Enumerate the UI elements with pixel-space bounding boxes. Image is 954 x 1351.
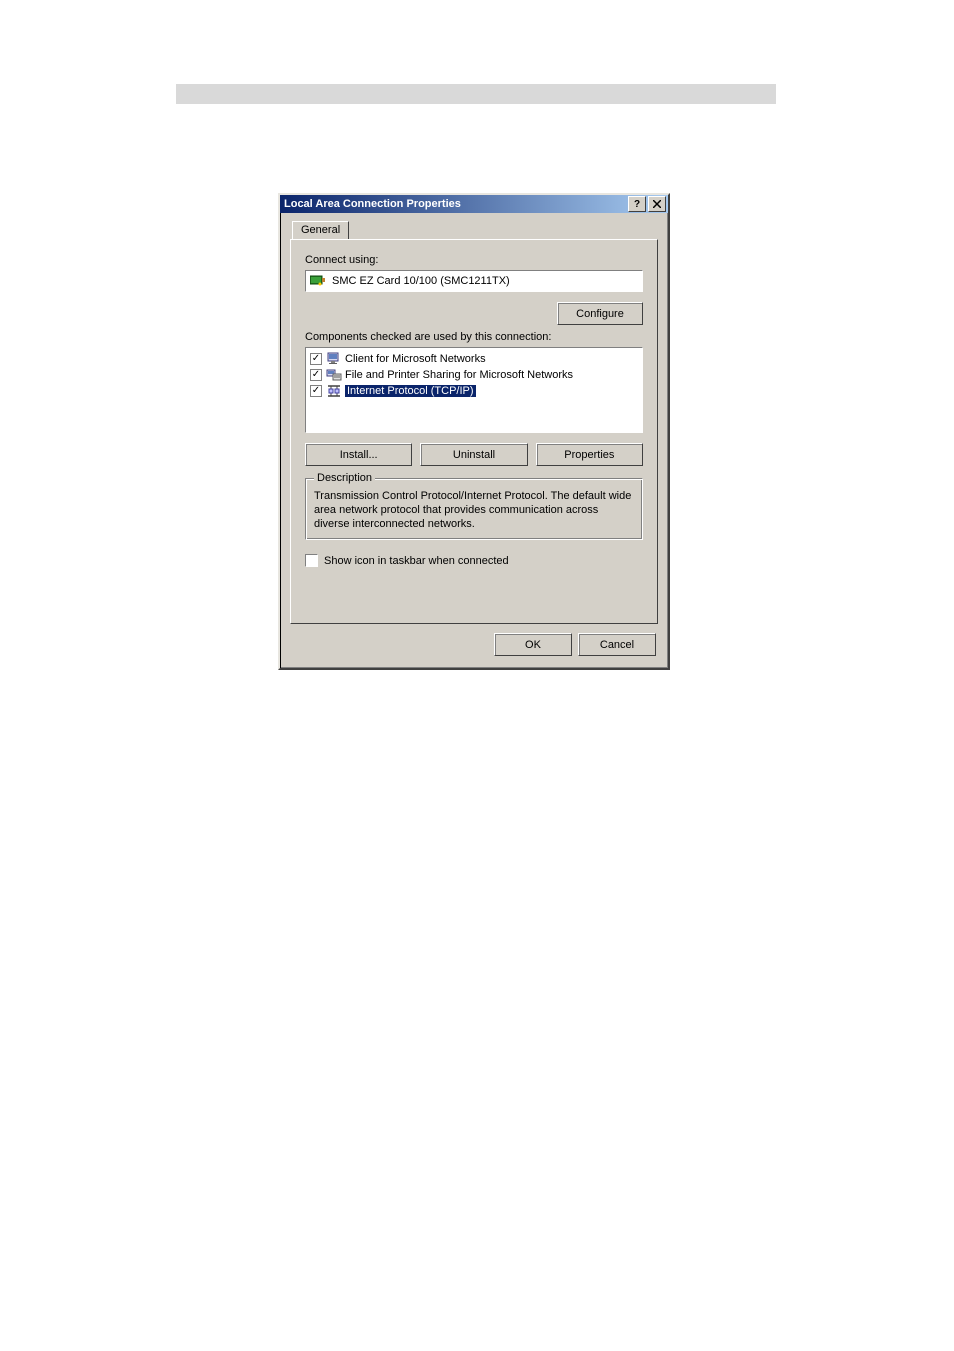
protocol-icon [326, 383, 342, 399]
service-icon [326, 367, 342, 383]
cancel-button[interactable]: Cancel [578, 633, 656, 656]
help-button[interactable]: ? [628, 196, 646, 212]
checkbox[interactable] [310, 369, 322, 381]
client-icon [326, 351, 342, 367]
uninstall-button[interactable]: Uninstall [420, 443, 527, 466]
connection-properties-dialog: Local Area Connection Properties ? Gener… [278, 193, 670, 670]
description-groupbox: Description Transmission Control Protoco… [305, 478, 643, 540]
help-icon: ? [634, 199, 640, 210]
description-text: Transmission Control Protocol/Internet P… [314, 489, 634, 531]
dialog-title: Local Area Connection Properties [282, 198, 626, 210]
nic-icon [310, 274, 326, 288]
adapter-field: SMC EZ Card 10/100 (SMC1211TX) [305, 270, 643, 292]
show-icon-row[interactable]: Show icon in taskbar when connected [305, 554, 643, 567]
install-button[interactable]: Install... [305, 443, 412, 466]
list-item[interactable]: File and Printer Sharing for Microsoft N… [310, 367, 638, 383]
components-listbox[interactable]: Client for Microsoft Networks File and P… [305, 347, 643, 433]
page-header-bar [176, 84, 776, 104]
ok-button[interactable]: OK [494, 633, 572, 656]
list-item[interactable]: Internet Protocol (TCP/IP) [310, 383, 638, 399]
configure-button[interactable]: Configure [557, 302, 643, 325]
titlebar[interactable]: Local Area Connection Properties ? [280, 195, 668, 213]
close-icon [653, 200, 661, 208]
list-item-label: Client for Microsoft Networks [345, 353, 486, 365]
checkbox[interactable] [310, 353, 322, 365]
properties-button[interactable]: Properties [536, 443, 643, 466]
general-tab-panel: Connect using: SMC EZ Card 10/100 (SMC12… [290, 239, 658, 624]
connect-using-label: Connect using: [305, 254, 643, 266]
components-label: Components checked are used by this conn… [305, 331, 643, 343]
checkbox[interactable] [310, 385, 322, 397]
show-icon-label: Show icon in taskbar when connected [324, 555, 509, 567]
tab-general[interactable]: General [292, 221, 349, 239]
close-button[interactable] [648, 196, 666, 212]
list-item[interactable]: Client for Microsoft Networks [310, 351, 638, 367]
show-icon-checkbox[interactable] [305, 554, 318, 567]
list-item-label: File and Printer Sharing for Microsoft N… [345, 369, 573, 381]
description-legend: Description [314, 472, 375, 484]
adapter-name: SMC EZ Card 10/100 (SMC1211TX) [332, 275, 510, 287]
list-item-label: Internet Protocol (TCP/IP) [345, 385, 476, 397]
